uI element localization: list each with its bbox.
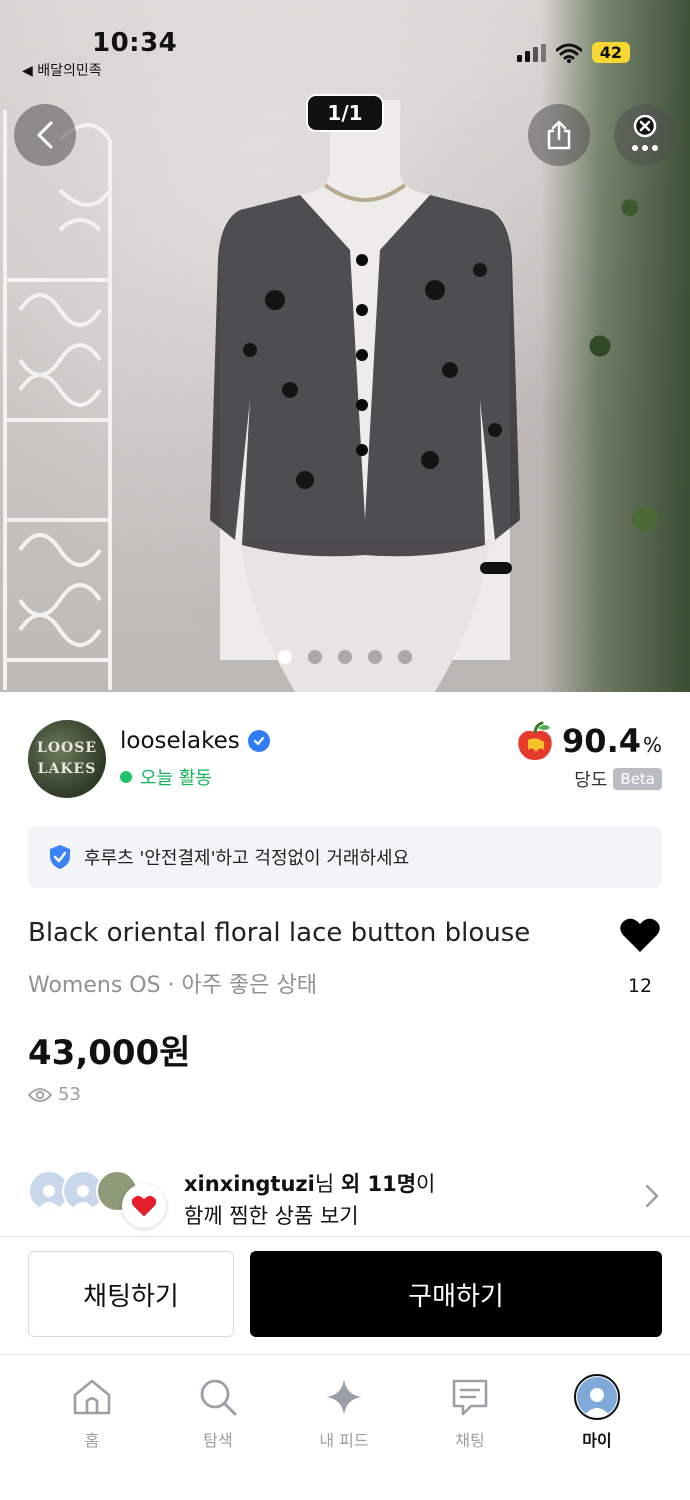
- decorative-screen: [3, 110, 112, 690]
- cellular-signal-icon: [516, 43, 546, 62]
- score-label: 당도: [574, 770, 608, 791]
- product-subtitle: Womens OS · 아주 좋은 상태: [28, 973, 317, 998]
- pagination-dot-active[interactable]: [278, 650, 292, 664]
- share-button[interactable]: [528, 104, 590, 166]
- activity-status: 오늘 활동: [120, 764, 212, 790]
- seller-name-row[interactable]: looselakes: [120, 728, 270, 754]
- more-icon: [632, 115, 658, 151]
- score-value: 90.4: [562, 722, 641, 760]
- tab-my-feed[interactable]: 내 피드: [294, 1373, 394, 1451]
- like-count: 12: [627, 975, 653, 997]
- wisher-others-count: 외 11명: [340, 1172, 417, 1196]
- heart-icon: [620, 918, 660, 952]
- chat-button[interactable]: 채팅하기: [28, 1251, 234, 1337]
- status-time: 10:34: [92, 28, 178, 58]
- tab-label: 탐색: [203, 1431, 233, 1450]
- view-count-value: 53: [58, 1084, 81, 1105]
- avatar-logo-line1: LOOSE: [36, 740, 97, 756]
- verified-badge-icon: [247, 730, 270, 752]
- pagination-dot[interactable]: [338, 650, 352, 664]
- avatar-logo-line2: LAKES: [37, 761, 97, 777]
- pagination-dot[interactable]: [308, 650, 322, 664]
- wifi-icon: [555, 43, 582, 63]
- wisher-others-suffix: 이: [416, 1172, 436, 1196]
- profile-avatar-icon: [574, 1374, 620, 1420]
- safe-payment-banner[interactable]: 후루츠 '안전결제'하고 걱정없이 거래하세요: [28, 826, 662, 888]
- product-detail-screen: 10:34 ◀ 배달의민족 42 1/1 LOOSE LAKES loosela…: [0, 0, 690, 1500]
- bottom-tab-bar: 홈 탐색 내 피드 채팅 마이: [0, 1354, 690, 1500]
- seller-avatar[interactable]: LOOSE LAKES: [28, 720, 106, 798]
- status-indicators: 42: [516, 42, 630, 63]
- sparkle-icon: [326, 1379, 362, 1415]
- image-counter: 1/1: [306, 94, 384, 132]
- tab-label: 채팅: [455, 1431, 485, 1450]
- tab-home[interactable]: 홈: [42, 1373, 142, 1451]
- product-title: Black oriental floral lace button blouse: [28, 918, 531, 948]
- activity-text: 오늘 활동: [140, 768, 212, 789]
- wishers-cta: 함께 찜한 상품 보기: [184, 1204, 359, 1228]
- sweetness-score[interactable]: 90.4 % 당도 Beta: [514, 720, 662, 792]
- tab-search[interactable]: 탐색: [168, 1373, 268, 1451]
- search-icon: [200, 1379, 237, 1416]
- tab-label: 마이: [582, 1431, 612, 1450]
- safe-payment-text: 후루츠 '안전결제'하고 걱정없이 거래하세요: [84, 848, 410, 869]
- beta-badge: Beta: [613, 768, 662, 790]
- back-button[interactable]: [14, 104, 76, 166]
- tab-label: 홈: [84, 1431, 100, 1450]
- tab-my[interactable]: 마이: [547, 1373, 647, 1451]
- chevron-right-icon: [645, 1184, 659, 1208]
- wisher-suffix: 님: [314, 1172, 341, 1196]
- share-icon: [547, 120, 571, 150]
- buy-button[interactable]: 구매하기: [250, 1251, 662, 1337]
- online-dot-icon: [120, 771, 132, 783]
- pagination-dot[interactable]: [368, 650, 382, 664]
- tab-chat[interactable]: 채팅: [420, 1373, 520, 1451]
- product-price: 43,000원: [28, 1033, 191, 1073]
- tab-label: 내 피드: [319, 1431, 369, 1450]
- shield-check-icon: [50, 845, 70, 869]
- seller-section[interactable]: LOOSE LAKES looselakes 오늘 활동 90.4 % 당도 B…: [28, 720, 664, 800]
- wishers-summary: xinxingtuzi님 외 11명이: [184, 1168, 435, 1198]
- like-button[interactable]: [618, 916, 662, 958]
- back-to-app-link[interactable]: ◀ 배달의민족: [22, 60, 102, 80]
- seller-name: looselakes: [120, 728, 240, 754]
- heart-badge-icon: [122, 1184, 166, 1228]
- pagination-dot[interactable]: [398, 650, 412, 664]
- also-liked-row[interactable]: xinxingtuzi님 외 11명이 함께 찜한 상품 보기: [28, 1166, 664, 1232]
- home-icon: [73, 1379, 111, 1415]
- eye-icon: [28, 1087, 52, 1102]
- more-options-button[interactable]: [614, 104, 676, 166]
- chat-icon: [452, 1379, 488, 1416]
- divider: [0, 1236, 690, 1237]
- score-unit: %: [642, 733, 662, 757]
- gallery-pagination: [0, 650, 690, 664]
- blouse-on-mannequin: [210, 100, 520, 692]
- product-photo[interactable]: 10:34 ◀ 배달의민족 42 1/1: [0, 0, 690, 692]
- chevron-left-icon: [37, 121, 53, 149]
- wisher-username: xinxingtuzi: [184, 1172, 315, 1196]
- view-count: 53: [28, 1084, 81, 1105]
- battery-indicator: 42: [591, 42, 630, 63]
- fruit-icon: [518, 721, 552, 760]
